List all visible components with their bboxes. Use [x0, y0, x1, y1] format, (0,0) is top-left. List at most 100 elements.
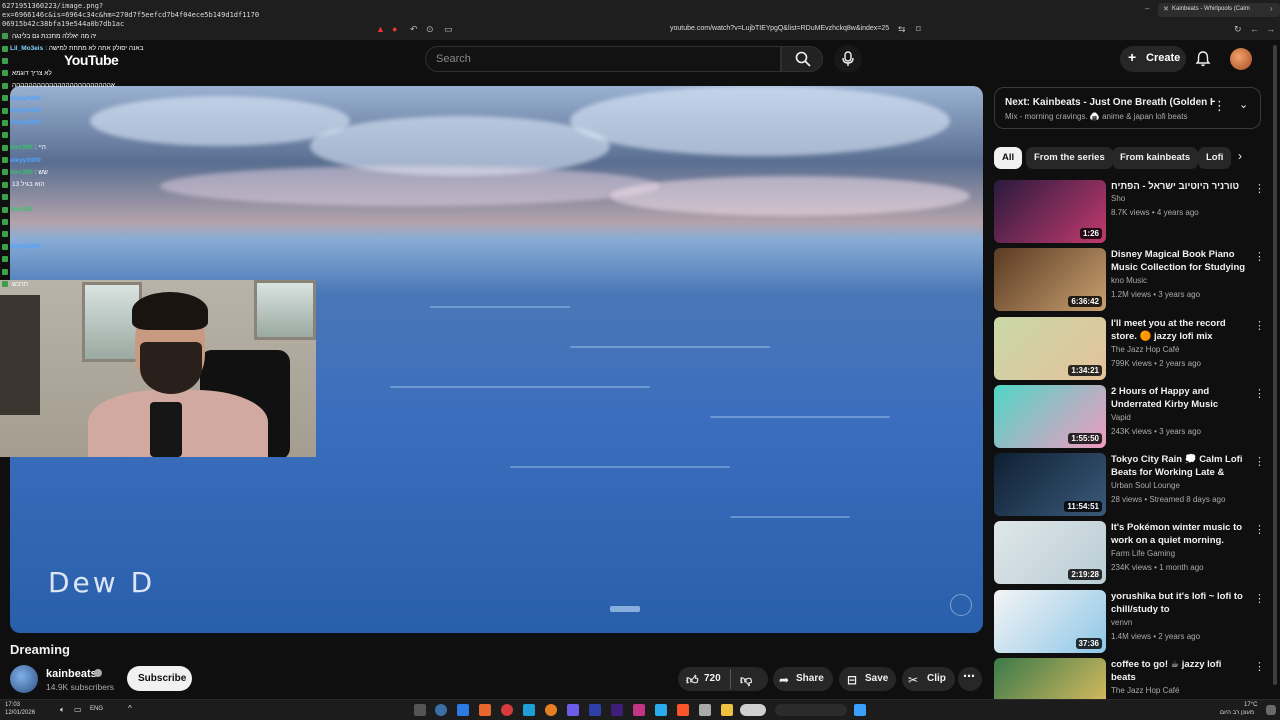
recommendation-channel[interactable]: Urban Soul Lounge — [1111, 481, 1180, 490]
more-vertical-icon[interactable]: ⋮ — [1254, 660, 1265, 673]
more-vertical-icon[interactable]: ⋮ — [1254, 387, 1265, 400]
account-avatar[interactable] — [1230, 48, 1252, 70]
subscribe-button[interactable]: Subscribe — [127, 666, 192, 691]
next-up-panel[interactable]: Next: Kainbeats - Just One Breath (Golde… — [994, 87, 1261, 129]
address-bar[interactable]: ▲ ● ↶ ⊙ ▭ youtube.com/watch?v=LujbTIEYpg… — [370, 22, 930, 38]
chip-from-series[interactable]: From the series — [1026, 147, 1113, 169]
video-thumbnail[interactable]: 1:55:50 — [994, 385, 1106, 448]
app-icon[interactable] — [523, 704, 535, 716]
chip-all[interactable]: All — [994, 147, 1023, 169]
back-arrow-icon[interactable]: ← — [1250, 24, 1259, 34]
weather-text[interactable]: מעונן רב היום — [1220, 710, 1254, 716]
recommendation-title[interactable]: coffee to go! ☕ jazzy lofi beats — [1111, 658, 1247, 684]
recommendation-channel[interactable]: venvn — [1111, 618, 1132, 627]
clock-time[interactable]: 17:03 — [5, 702, 20, 708]
clock-date[interactable]: 12/01/2026 — [5, 710, 35, 716]
search-input[interactable]: Search — [425, 46, 781, 72]
chip-from-channel[interactable]: From kainbeats — [1112, 147, 1199, 169]
screen-icon[interactable]: ▭ — [444, 24, 453, 35]
scrollbar[interactable] — [1273, 45, 1277, 685]
app-icon[interactable] — [677, 704, 689, 716]
app-icon[interactable] — [501, 704, 513, 716]
save-button[interactable]: ⊟ Save — [839, 667, 896, 691]
recommendation-channel[interactable]: Vapid — [1111, 413, 1131, 422]
forward-arrow-icon[interactable]: → — [1266, 24, 1275, 34]
search-button[interactable] — [781, 46, 823, 72]
close-icon[interactable]: ✕ — [1163, 5, 1169, 13]
weather-icon[interactable] — [1266, 705, 1276, 715]
channel-watermark-icon[interactable] — [950, 594, 972, 616]
recommendation-item[interactable]: 1:34:21 I'll meet you at the record store… — [994, 317, 1265, 381]
video-thumbnail[interactable]: 37:36 — [994, 590, 1106, 653]
share-button[interactable]: ➦ Share — [773, 667, 833, 691]
folder-icon[interactable] — [721, 704, 733, 716]
language-indicator[interactable]: ENG — [90, 706, 103, 712]
channel-avatar[interactable] — [10, 665, 38, 693]
network-icon[interactable]: ▭ — [74, 705, 82, 714]
recommendation-title[interactable]: 2 Hours of Happy and Underrated Kirby Mu… — [1111, 385, 1247, 411]
more-vertical-icon[interactable]: ⋮ — [1254, 250, 1265, 263]
recommendation-title[interactable]: Disney Magical Book Piano Music Collecti… — [1111, 248, 1247, 274]
recommendation-item[interactable]: 11:54:51 Tokyo City Rain 💭 Calm Lofi Beat… — [994, 453, 1265, 517]
app-icon[interactable] — [567, 704, 579, 716]
chevron-right-icon[interactable]: › — [1238, 149, 1242, 163]
app-icon[interactable] — [545, 704, 557, 716]
more-actions-button[interactable]: ⋯ — [958, 667, 982, 691]
recommendation-channel[interactable]: Sho — [1111, 194, 1125, 203]
chip-lofi[interactable]: Lofi — [1198, 147, 1232, 169]
app-icon[interactable] — [611, 704, 623, 716]
weather-temp[interactable]: 17°C — [1244, 702, 1257, 708]
recommendation-title[interactable]: טורניר היוטיוב ישראל - הפתיח — [1111, 180, 1247, 193]
recommendation-title[interactable]: It's Pokémon winter music to work on a q… — [1111, 521, 1247, 547]
video-thumbnail[interactable]: 1:26 — [994, 180, 1106, 243]
notifications-icon[interactable] — [1194, 50, 1212, 68]
more-vertical-icon[interactable]: ⋮ — [1254, 523, 1265, 536]
more-vertical-icon[interactable]: ⋮ — [1254, 319, 1265, 332]
recommendation-channel[interactable]: The Jazz Hop Café — [1111, 686, 1179, 695]
app-icon[interactable] — [589, 704, 601, 716]
minimize-icon[interactable]: – — [1145, 4, 1149, 13]
more-vertical-icon[interactable]: ⋮ — [1254, 182, 1265, 195]
back-icon[interactable]: ↶ — [410, 24, 418, 35]
more-vertical-icon[interactable]: ⋮ — [1213, 98, 1226, 114]
more-vertical-icon[interactable]: ⋮ — [1254, 455, 1265, 468]
reload-icon[interactable]: ↻ — [1234, 24, 1242, 35]
chevron-down-icon[interactable]: ⌄ — [1239, 98, 1248, 111]
recommendation-item[interactable]: 37:36 yorushika but it's lofi ~ lofi to c… — [994, 590, 1265, 654]
chevron-right-icon[interactable]: › — [1270, 4, 1273, 13]
channel-name[interactable]: kainbeats — [46, 668, 97, 680]
task-view-icon[interactable] — [414, 704, 426, 716]
recommendation-item[interactable]: 2:19:28 It's Pokémon winter music to work… — [994, 521, 1265, 585]
app-icon[interactable] — [740, 704, 766, 716]
recommendation-title[interactable]: I'll meet you at the record store. 🟠 jaz… — [1111, 317, 1247, 343]
more-vertical-icon[interactable]: ⋮ — [1254, 592, 1265, 605]
app-icon[interactable] — [699, 704, 711, 716]
recommendation-channel[interactable]: kno Music — [1111, 276, 1147, 285]
like-count[interactable]: 720 — [704, 673, 721, 684]
app-icon[interactable] — [633, 704, 645, 716]
recommendation-item[interactable]: 1:55:50 2 Hours of Happy and Underrated K… — [994, 385, 1265, 449]
recommendation-title[interactable]: yorushika but it's lofi ~ lofi to chill/… — [1111, 590, 1247, 616]
app-icon[interactable] — [457, 704, 469, 716]
create-button[interactable]: + Create — [1120, 46, 1186, 72]
volume-icon[interactable]: 🔈︎ — [60, 705, 65, 715]
video-thumbnail[interactable]: 11:54:51 — [994, 453, 1106, 516]
recommendation-item[interactable]: 1:26 טורניר היוטיוב ישראל - הפתיח Sho 8.7K … — [994, 180, 1265, 244]
video-thumbnail[interactable]: 1:34:21 — [994, 317, 1106, 380]
thumbs-down-icon[interactable]: 👎︎ — [740, 673, 752, 688]
video-thumbnail[interactable]: 6:36:42 — [994, 248, 1106, 311]
thumbs-up-icon[interactable]: 👍︎ — [686, 673, 699, 688]
recommendation-channel[interactable]: Farm Life Gaming — [1111, 549, 1175, 558]
bookmark-icon[interactable]: ⌑ — [916, 24, 921, 35]
browser-tab-active[interactable]: Kainbeats - Whirlpools (Calm — [1158, 3, 1280, 17]
url-text[interactable]: youtube.com/watch?v=LujbTIEYpgQ&list=RDu… — [670, 25, 889, 32]
clip-button[interactable]: ✂ Clip — [902, 667, 955, 691]
recommendation-title[interactable]: Tokyo City Rain 💭 Calm Lofi Beats for Wo… — [1111, 453, 1247, 479]
app-icon[interactable] — [435, 704, 447, 716]
zoom-icon[interactable]: ⊙ — [426, 24, 434, 35]
share-url-icon[interactable]: ⇆ — [898, 24, 906, 35]
recommendation-channel[interactable]: The Jazz Hop Café — [1111, 345, 1179, 354]
chevron-up-icon[interactable]: ^ — [128, 704, 132, 713]
recommendation-item[interactable]: 6:36:42 Disney Magical Book Piano Music C… — [994, 248, 1265, 312]
windows-start-icon[interactable] — [854, 704, 866, 716]
